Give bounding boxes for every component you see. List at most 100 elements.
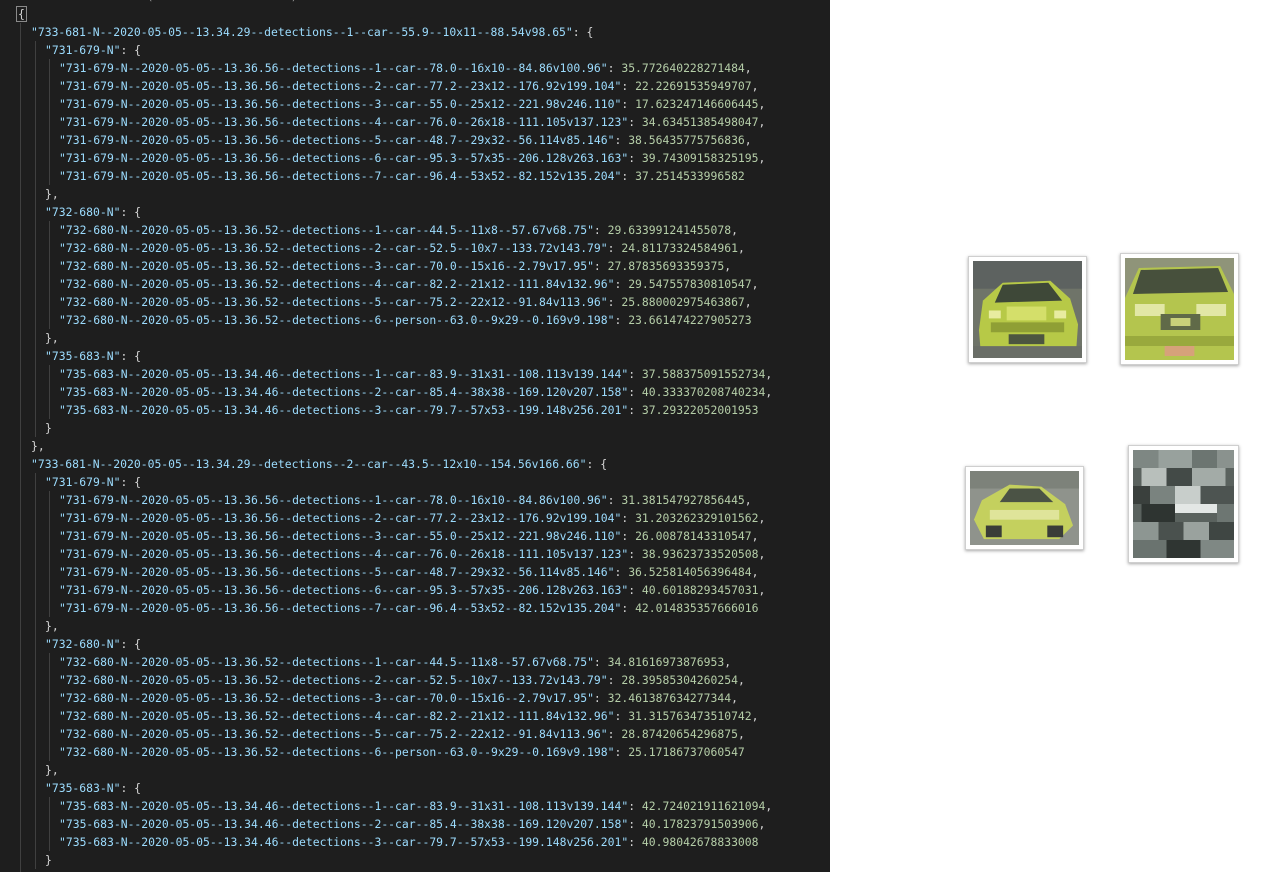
punctuation: , (744, 493, 752, 507)
punctuation: " (59, 313, 66, 327)
punctuation: " (600, 241, 608, 255)
punctuation: : (607, 727, 622, 741)
punctuation: " (59, 565, 66, 579)
detection-key: 732-680-N--2020-05-05--13.36.52--detecti… (65, 295, 601, 309)
code-line-camera-key: "731-679-N": { (45, 41, 141, 59)
code-line-entry: "731-679-N--2020-05-05--13.36.56--detect… (59, 77, 759, 95)
json-editor[interactable]: (" ){"733-681-N--2020-05-05--13.34.29--d… (0, 0, 830, 872)
punctuation: : (614, 565, 629, 579)
punctuation: " (59, 277, 66, 291)
punctuation: , (758, 583, 766, 597)
indent-guide (35, 473, 36, 869)
punctuation: : (628, 403, 642, 417)
punctuation: : (593, 223, 608, 237)
punctuation: " (59, 79, 66, 93)
distance-value: 29.633991241455078 (607, 223, 732, 237)
punctuation: " (59, 223, 66, 237)
distance-value: 29.547557830810547 (628, 277, 752, 291)
detection-key: 732-680-N--2020-05-05--13.36.52--detecti… (65, 241, 601, 255)
indent-guide (49, 491, 50, 617)
code-line-camera-close: }, (45, 617, 59, 635)
distance-value: 37.2514533996582 (635, 169, 745, 183)
code-line-group-key: "733-681-N--2020-05-05--13.34.29--detect… (31, 455, 607, 473)
car-crop-1-image (973, 261, 1082, 358)
punctuation: " (59, 295, 66, 309)
distance-value: 40.60188293457031 (641, 583, 759, 597)
code-line-entry: "731-679-N--2020-05-05--13.36.56--detect… (59, 599, 759, 617)
punctuation: " (59, 727, 66, 741)
punctuation: " (59, 151, 66, 165)
detection-key: 731-679-N--2020-05-05--13.36.56--detecti… (65, 151, 622, 165)
code-line-entry: "732-680-N--2020-05-05--13.36.52--detect… (59, 311, 752, 329)
punctuation: : (621, 97, 636, 111)
detection-key: 732-680-N--2020-05-05--13.36.52--detecti… (65, 277, 608, 291)
punctuation: , (765, 367, 773, 381)
punctuation: : (607, 61, 622, 75)
code-line-entry: "731-679-N--2020-05-05--13.36.56--detect… (59, 167, 745, 185)
punctuation: " (45, 781, 52, 795)
punctuation: , (758, 817, 766, 831)
distance-value: 31.381547927856445 (621, 493, 745, 507)
punctuation: , (751, 709, 759, 723)
punctuation: : (593, 259, 608, 273)
punctuation: " (59, 817, 66, 831)
punctuation: " (59, 835, 66, 849)
punctuation: " (565, 25, 573, 39)
punctuation: , (765, 385, 773, 399)
car-thumbnail-3[interactable] (965, 466, 1084, 550)
code-line-entry: "732-680-N--2020-05-05--13.36.52--detect… (59, 689, 738, 707)
punctuation: , (724, 655, 732, 669)
punctuation: , (758, 115, 766, 129)
punctuation: " (59, 61, 66, 75)
car-thumbnail-4[interactable] (1128, 445, 1239, 563)
code-line-entry: "731-679-N--2020-05-05--13.36.56--detect… (59, 491, 752, 509)
group-key: 733-681-N--2020-05-05--13.34.29--detecti… (37, 457, 580, 471)
punctuation: : { (120, 781, 142, 795)
car-thumbnail-1[interactable] (968, 256, 1087, 363)
punctuation: , (758, 547, 766, 561)
punctuation: " (59, 691, 66, 705)
punctuation: " (59, 511, 66, 525)
punctuation: " (59, 529, 66, 543)
detection-key: 735-683-N--2020-05-05--13.34.46--detecti… (65, 385, 622, 399)
detection-key: 732-680-N--2020-05-05--13.36.52--detecti… (65, 313, 608, 327)
punctuation: " (59, 799, 66, 813)
punctuation: }, (45, 763, 59, 777)
root-open-brace: { (16, 6, 27, 22)
punctuation: " (31, 25, 38, 39)
code-line-entry: "732-680-N--2020-05-05--13.36.52--detect… (59, 257, 731, 275)
car-thumbnail-2[interactable] (1120, 253, 1239, 365)
code-line-entry: "732-680-N--2020-05-05--13.36.52--detect… (59, 293, 752, 311)
punctuation: : (607, 295, 622, 309)
code-line-camera-close: } (45, 419, 52, 437)
punctuation: : { (586, 457, 608, 471)
punctuation: " (59, 655, 66, 669)
camera-key: 731-679-N (51, 475, 114, 489)
distance-value: 42.014835357666016 (635, 601, 759, 615)
detection-key: 731-679-N--2020-05-05--13.36.56--detecti… (65, 511, 615, 525)
punctuation: , (731, 691, 738, 705)
distance-value: 35.772640228271484 (621, 61, 745, 75)
distance-value: 40.333370208740234 (641, 385, 766, 399)
punctuation: : (628, 115, 642, 129)
punctuation: : (614, 133, 629, 147)
punctuation: : (621, 169, 636, 183)
distance-value: 25.17186737060547 (628, 745, 745, 759)
punctuation: " (600, 727, 608, 741)
punctuation: : (621, 601, 636, 615)
code-line-camera-key: "731-679-N": { (45, 473, 141, 491)
punctuation: }, (45, 619, 59, 633)
code-line-entry: "735-683-N--2020-05-05--13.34.46--detect… (59, 383, 772, 401)
distance-value: 23.661474227905273 (628, 313, 752, 327)
punctuation: " (59, 403, 66, 417)
code-line-open: { (16, 5, 27, 23)
detection-key: 731-679-N--2020-05-05--13.36.56--detecti… (65, 61, 601, 75)
detection-key: 731-679-N--2020-05-05--13.36.56--detecti… (65, 583, 622, 597)
punctuation: : { (120, 205, 142, 219)
punctuation: }, (31, 439, 45, 453)
code-line-camera-key: "735-683-N": { (45, 347, 141, 365)
code-line-group-close: }, (31, 437, 45, 455)
punctuation: " (587, 655, 594, 669)
punctuation: : (607, 673, 622, 687)
punctuation: " (59, 745, 66, 759)
